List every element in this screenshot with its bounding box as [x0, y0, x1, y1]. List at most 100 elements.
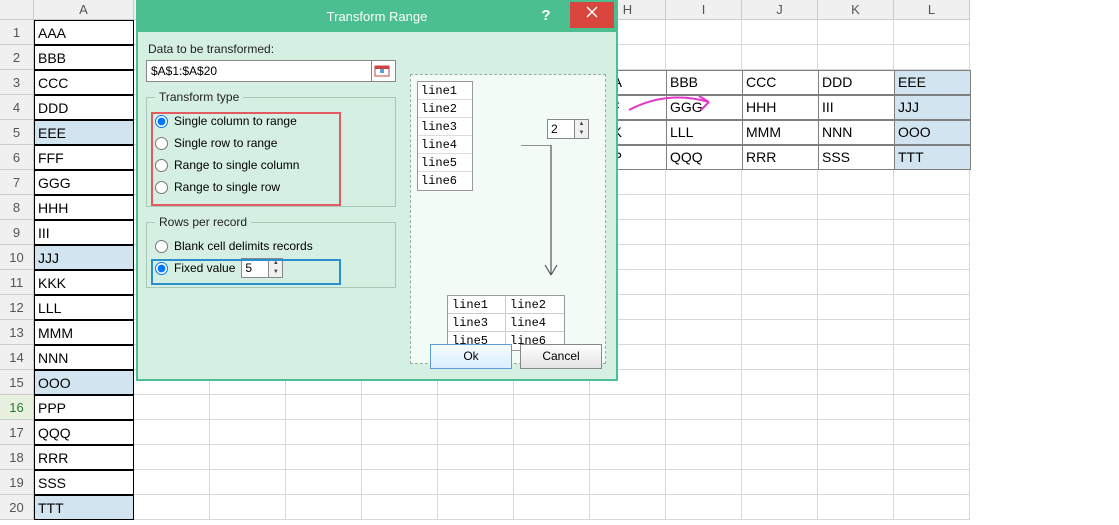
spinner-down[interactable]: ▼: [575, 129, 588, 138]
row-header[interactable]: 19: [0, 470, 34, 495]
cell[interactable]: [666, 320, 742, 345]
cell[interactable]: [134, 395, 210, 420]
row-header[interactable]: 13: [0, 320, 34, 345]
output-cell[interactable]: RRR: [742, 145, 819, 170]
column-header[interactable]: A: [34, 0, 134, 20]
cell[interactable]: QQQ: [34, 420, 134, 445]
cell[interactable]: [514, 420, 590, 445]
cell[interactable]: [818, 270, 894, 295]
cell[interactable]: [818, 20, 894, 45]
cell[interactable]: [894, 320, 970, 345]
cell[interactable]: [134, 420, 210, 445]
cell[interactable]: [742, 270, 818, 295]
cell[interactable]: PPP: [34, 395, 134, 420]
row-header[interactable]: 20: [0, 495, 34, 520]
cell[interactable]: [894, 445, 970, 470]
cell[interactable]: [362, 420, 438, 445]
dialog-titlebar[interactable]: Transform Range ?: [138, 2, 616, 32]
cell[interactable]: [666, 420, 742, 445]
cell[interactable]: MMM: [34, 320, 134, 345]
cell[interactable]: [666, 445, 742, 470]
cell[interactable]: [514, 495, 590, 520]
range-picker-button[interactable]: [372, 60, 396, 82]
cell[interactable]: [134, 495, 210, 520]
cell[interactable]: [362, 495, 438, 520]
cell[interactable]: [286, 395, 362, 420]
cell[interactable]: [818, 245, 894, 270]
output-cell[interactable]: DDD: [818, 70, 895, 95]
column-header[interactable]: L: [894, 0, 970, 20]
transform-type-radio[interactable]: [155, 159, 168, 172]
cell[interactable]: [134, 470, 210, 495]
row-header[interactable]: 15: [0, 370, 34, 395]
row-header[interactable]: 9: [0, 220, 34, 245]
fixed-value-radio[interactable]: [155, 262, 168, 275]
row-header[interactable]: 16: [0, 395, 34, 420]
cell[interactable]: RRR: [34, 445, 134, 470]
cell[interactable]: [514, 470, 590, 495]
cell[interactable]: [666, 195, 742, 220]
cell[interactable]: [894, 220, 970, 245]
cell[interactable]: [894, 270, 970, 295]
blank-cell-radio[interactable]: [155, 240, 168, 253]
column-header[interactable]: K: [818, 0, 894, 20]
preview-cols-spinner[interactable]: ▲▼: [547, 119, 589, 139]
cell[interactable]: [210, 445, 286, 470]
cell[interactable]: [742, 220, 818, 245]
cell[interactable]: [818, 320, 894, 345]
cell[interactable]: [210, 420, 286, 445]
cell[interactable]: [742, 445, 818, 470]
cell[interactable]: [818, 420, 894, 445]
column-header[interactable]: I: [666, 0, 742, 20]
cell[interactable]: [742, 420, 818, 445]
cell[interactable]: [134, 445, 210, 470]
cell[interactable]: [742, 45, 818, 70]
cell[interactable]: [666, 45, 742, 70]
cell[interactable]: [818, 45, 894, 70]
cell[interactable]: [438, 420, 514, 445]
cell[interactable]: [818, 470, 894, 495]
output-cell[interactable]: III: [818, 95, 895, 120]
cell[interactable]: [742, 170, 818, 195]
cell[interactable]: [894, 20, 970, 45]
cell[interactable]: [286, 445, 362, 470]
cell[interactable]: HHH: [34, 195, 134, 220]
cell[interactable]: [286, 495, 362, 520]
cell[interactable]: [438, 445, 514, 470]
cell[interactable]: [666, 370, 742, 395]
cell[interactable]: [742, 495, 818, 520]
cell[interactable]: [818, 495, 894, 520]
row-header[interactable]: 11: [0, 270, 34, 295]
cell[interactable]: [894, 470, 970, 495]
row-header[interactable]: 10: [0, 245, 34, 270]
output-cell[interactable]: GGG: [666, 95, 743, 120]
cell[interactable]: [286, 470, 362, 495]
cell[interactable]: [438, 495, 514, 520]
row-header[interactable]: 4: [0, 95, 34, 120]
cell[interactable]: [590, 470, 666, 495]
cell[interactable]: [894, 370, 970, 395]
output-cell[interactable]: OOO: [894, 120, 971, 145]
cell[interactable]: [590, 420, 666, 445]
row-header[interactable]: 12: [0, 295, 34, 320]
output-cell[interactable]: TTT: [894, 145, 971, 170]
cell[interactable]: NNN: [34, 345, 134, 370]
cell[interactable]: [666, 395, 742, 420]
cell[interactable]: SSS: [34, 470, 134, 495]
cell[interactable]: [362, 470, 438, 495]
cell[interactable]: [666, 345, 742, 370]
row-header[interactable]: 17: [0, 420, 34, 445]
close-button[interactable]: [570, 2, 614, 28]
output-cell[interactable]: MMM: [742, 120, 819, 145]
cell[interactable]: [590, 445, 666, 470]
cell[interactable]: [210, 495, 286, 520]
row-header[interactable]: 1: [0, 20, 34, 45]
row-header[interactable]: 6: [0, 145, 34, 170]
cell[interactable]: [742, 320, 818, 345]
help-button[interactable]: ?: [526, 2, 566, 32]
output-cell[interactable]: SSS: [818, 145, 895, 170]
output-cell[interactable]: NNN: [818, 120, 895, 145]
row-header[interactable]: 8: [0, 195, 34, 220]
cell[interactable]: DDD: [34, 95, 134, 120]
cell[interactable]: EEE: [34, 120, 134, 145]
